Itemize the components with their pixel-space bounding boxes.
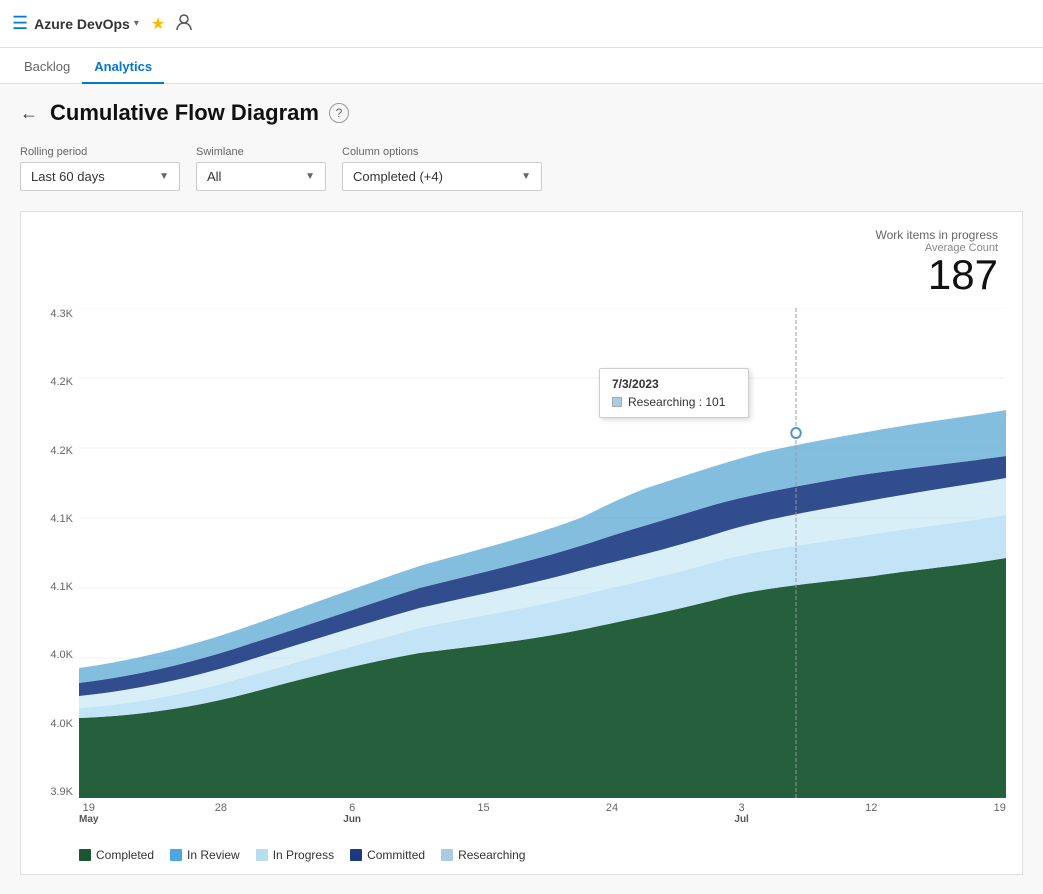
x-day: 19	[83, 802, 95, 814]
swimlane-group: Swimlane All ▼	[196, 146, 326, 191]
controls-row: Rolling period Last 60 days ▼ Swimlane A…	[20, 146, 1023, 191]
y-label-2: 4.2K	[50, 376, 73, 388]
nav-tabs: Backlog Analytics	[0, 48, 1043, 84]
legend-color-researching	[441, 849, 453, 861]
star-icon[interactable]: ★	[151, 14, 165, 34]
chart-svg: 7/3/2023 Researching : 101	[79, 308, 1006, 798]
rolling-period-value: Last 60 days	[31, 169, 105, 184]
y-label-1: 4.3K	[50, 308, 73, 320]
y-label-8: 3.9K	[50, 786, 73, 798]
x-labels: 19 May 28 6 Jun 15	[79, 798, 1006, 825]
tab-analytics[interactable]: Analytics	[82, 51, 164, 84]
x-month: May	[79, 814, 98, 825]
x-label-jun6: 6 Jun	[343, 802, 361, 825]
user-icon[interactable]	[175, 13, 193, 35]
y-axis: 4.3K 4.2K 4.2K 4.1K 4.1K 4.0K 4.0K 3.9K	[37, 308, 79, 798]
legend: Completed In Review In Progress Committe…	[37, 838, 1006, 862]
x-axis: 19 May 28 6 Jun 15	[79, 798, 1006, 838]
x-label-jul3: 3 Jul	[734, 802, 748, 825]
legend-researching: Researching	[441, 848, 525, 862]
x-label-jun24: 24	[606, 802, 618, 825]
y-label-5: 4.1K	[50, 581, 73, 593]
app-name[interactable]: Azure DevOps	[34, 16, 130, 32]
top-bar: ☰ Azure DevOps ▾ ★	[0, 0, 1043, 48]
x-label-may28: 28	[215, 802, 227, 825]
caret-icon[interactable]: ▾	[134, 18, 139, 29]
x-day: 28	[215, 802, 227, 814]
x-day: 3	[739, 802, 745, 814]
app-icon: ☰	[12, 13, 28, 34]
chart-stat-value: 187	[45, 254, 998, 296]
rolling-period-group: Rolling period Last 60 days ▼	[20, 146, 180, 191]
x-label-jul12: 12	[865, 802, 877, 825]
column-options-value: Completed (+4)	[353, 169, 443, 184]
page-content: ← Cumulative Flow Diagram ? Rolling peri…	[0, 84, 1043, 894]
tab-backlog[interactable]: Backlog	[12, 51, 82, 84]
column-options-label: Column options	[342, 146, 542, 158]
legend-label-committed: Committed	[367, 848, 425, 862]
x-day: 15	[477, 802, 489, 814]
y-label-3: 4.2K	[50, 445, 73, 457]
chart-stat: Work items in progress Average Count 187	[37, 224, 1006, 300]
rolling-period-dropdown[interactable]: Last 60 days ▼	[20, 162, 180, 191]
y-label-6: 4.0K	[50, 649, 73, 661]
legend-color-in-review	[170, 849, 182, 861]
swimlane-arrow: ▼	[305, 171, 315, 182]
legend-label-researching: Researching	[458, 848, 525, 862]
x-day: 12	[865, 802, 877, 814]
y-label-7: 4.0K	[50, 718, 73, 730]
y-label-4: 4.1K	[50, 513, 73, 525]
legend-in-progress: In Progress	[256, 848, 334, 862]
x-month: Jun	[343, 814, 361, 825]
legend-label-in-progress: In Progress	[273, 848, 334, 862]
swimlane-value: All	[207, 169, 221, 184]
column-options-dropdown[interactable]: Completed (+4) ▼	[342, 162, 542, 191]
x-day: 6	[349, 802, 355, 814]
chart-stat-label: Work items in progress	[45, 228, 998, 242]
chart-container: Work items in progress Average Count 187…	[20, 211, 1023, 875]
x-month: Jul	[734, 814, 748, 825]
legend-committed: Committed	[350, 848, 425, 862]
x-label-jul19: 19	[994, 802, 1006, 825]
rolling-period-arrow: ▼	[159, 171, 169, 182]
legend-label-in-review: In Review	[187, 848, 240, 862]
column-options-group: Column options Completed (+4) ▼	[342, 146, 542, 191]
x-day: 19	[994, 802, 1006, 814]
page-title: Cumulative Flow Diagram	[50, 100, 319, 126]
column-options-arrow: ▼	[521, 171, 531, 182]
x-label-jun15: 15	[477, 802, 489, 825]
help-icon[interactable]: ?	[329, 103, 349, 123]
x-day: 24	[606, 802, 618, 814]
title-row: ← Cumulative Flow Diagram ?	[20, 100, 1023, 126]
legend-color-committed	[350, 849, 362, 861]
legend-in-review: In Review	[170, 848, 240, 862]
legend-color-completed	[79, 849, 91, 861]
chart-area: 4.3K 4.2K 4.2K 4.1K 4.1K 4.0K 4.0K 3.9K	[37, 308, 1006, 838]
swimlane-label: Swimlane	[196, 146, 326, 158]
x-label-may19: 19 May	[79, 802, 98, 825]
back-button[interactable]: ←	[20, 103, 38, 124]
legend-color-in-progress	[256, 849, 268, 861]
chart-stat-sublabel: Average Count	[45, 242, 998, 254]
legend-completed: Completed	[79, 848, 154, 862]
swimlane-dropdown[interactable]: All ▼	[196, 162, 326, 191]
legend-label-completed: Completed	[96, 848, 154, 862]
rolling-period-label: Rolling period	[20, 146, 180, 158]
